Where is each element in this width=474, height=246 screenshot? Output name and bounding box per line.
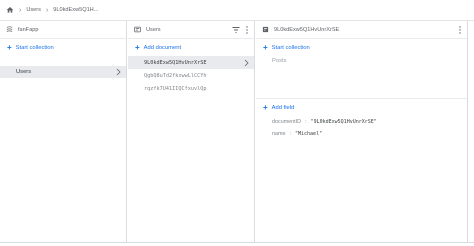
field-row[interactable]: documentID : "9L0kdExw5Q1HvUnrXrSE"	[256, 116, 467, 128]
document-row[interactable]: 9L0kdExw5Q1HvUnrXrSE	[128, 56, 254, 69]
more-vert-icon[interactable]	[245, 25, 249, 34]
breadcrumb-collection[interactable]: Users	[26, 7, 41, 13]
start-collection-label: Start collection	[15, 44, 54, 51]
field-name: name	[272, 131, 286, 137]
collection-icon	[134, 26, 141, 33]
document-title: 9L0kdExw5Q1HvUnrXrSE	[274, 26, 340, 33]
add-field-label: Add field	[271, 104, 295, 111]
plus-icon: +	[135, 42, 140, 52]
project-name: fanFapp	[18, 26, 39, 33]
collection-item-users[interactable]: Users	[0, 66, 126, 78]
field-separator: :	[289, 131, 292, 137]
breadcrumb-bar: › Users › 9L0kdExw5Q1H...	[0, 0, 474, 21]
collection-item-label: Users	[16, 69, 32, 75]
document-icon	[262, 26, 269, 33]
filter-icon[interactable]	[232, 26, 240, 33]
database-icon	[6, 26, 13, 33]
document-column: 9L0kdExw5Q1HvUnrXrSE + Start collection …	[256, 21, 467, 243]
plus-icon: +	[7, 42, 12, 52]
field-value: "Michael"	[295, 131, 323, 137]
data-panel: fanFapp + Start collection Users Users +…	[0, 21, 474, 243]
document-id: rqzfk7U41IIQCfxuvlQp	[144, 85, 207, 92]
start-collection-button[interactable]: + Start collection	[0, 39, 126, 56]
document-row[interactable]: QgbQ8uTd2fkxwwLlCCYh	[128, 69, 254, 82]
collection-title: Users	[146, 26, 161, 33]
root-column-header: fanFapp	[0, 21, 126, 39]
document-column-header: 9L0kdExw5Q1HvUnrXrSE	[256, 21, 467, 39]
panel-edge	[467, 21, 468, 243]
add-field-button[interactable]: + Add field	[256, 99, 467, 116]
start-collection-label: Start collection	[271, 44, 310, 51]
document-row[interactable]: rqzfk7U41IIQCfxuvlQp	[128, 82, 254, 95]
root-column: fanFapp + Start collection Users	[0, 21, 127, 243]
field-separator: :	[305, 119, 307, 125]
document-id: QgbQ8uTd2fkxwwLlCCYh	[144, 72, 207, 79]
start-subcollection-button[interactable]: + Start collection	[256, 39, 467, 56]
document-id: 9L0kdExw5Q1HvUnrXrSE	[144, 59, 207, 66]
field-row[interactable]: name : "Michael"	[256, 128, 467, 140]
add-document-button[interactable]: + Add document	[128, 39, 254, 56]
more-vert-icon[interactable]	[458, 25, 462, 34]
chevron-right-icon: ›	[19, 6, 22, 14]
collection-column: Users + Add document 9L0kdExw5Q1HvUnrXrS…	[128, 21, 255, 243]
home-icon[interactable]	[6, 6, 14, 14]
plus-icon: +	[263, 42, 268, 52]
field-value: "9L0kdExw5Q1HvUnrXrSE"	[310, 119, 377, 125]
chevron-right-icon	[244, 59, 249, 67]
field-name: documentID	[272, 119, 302, 125]
add-document-label: Add document	[143, 44, 182, 51]
plus-icon: +	[263, 102, 268, 112]
chevron-right-icon: ›	[45, 6, 49, 14]
breadcrumb-document[interactable]: 9L0kdExw5Q1H...	[53, 7, 98, 13]
collection-column-header: Users	[128, 21, 254, 39]
chevron-right-icon	[116, 68, 121, 76]
